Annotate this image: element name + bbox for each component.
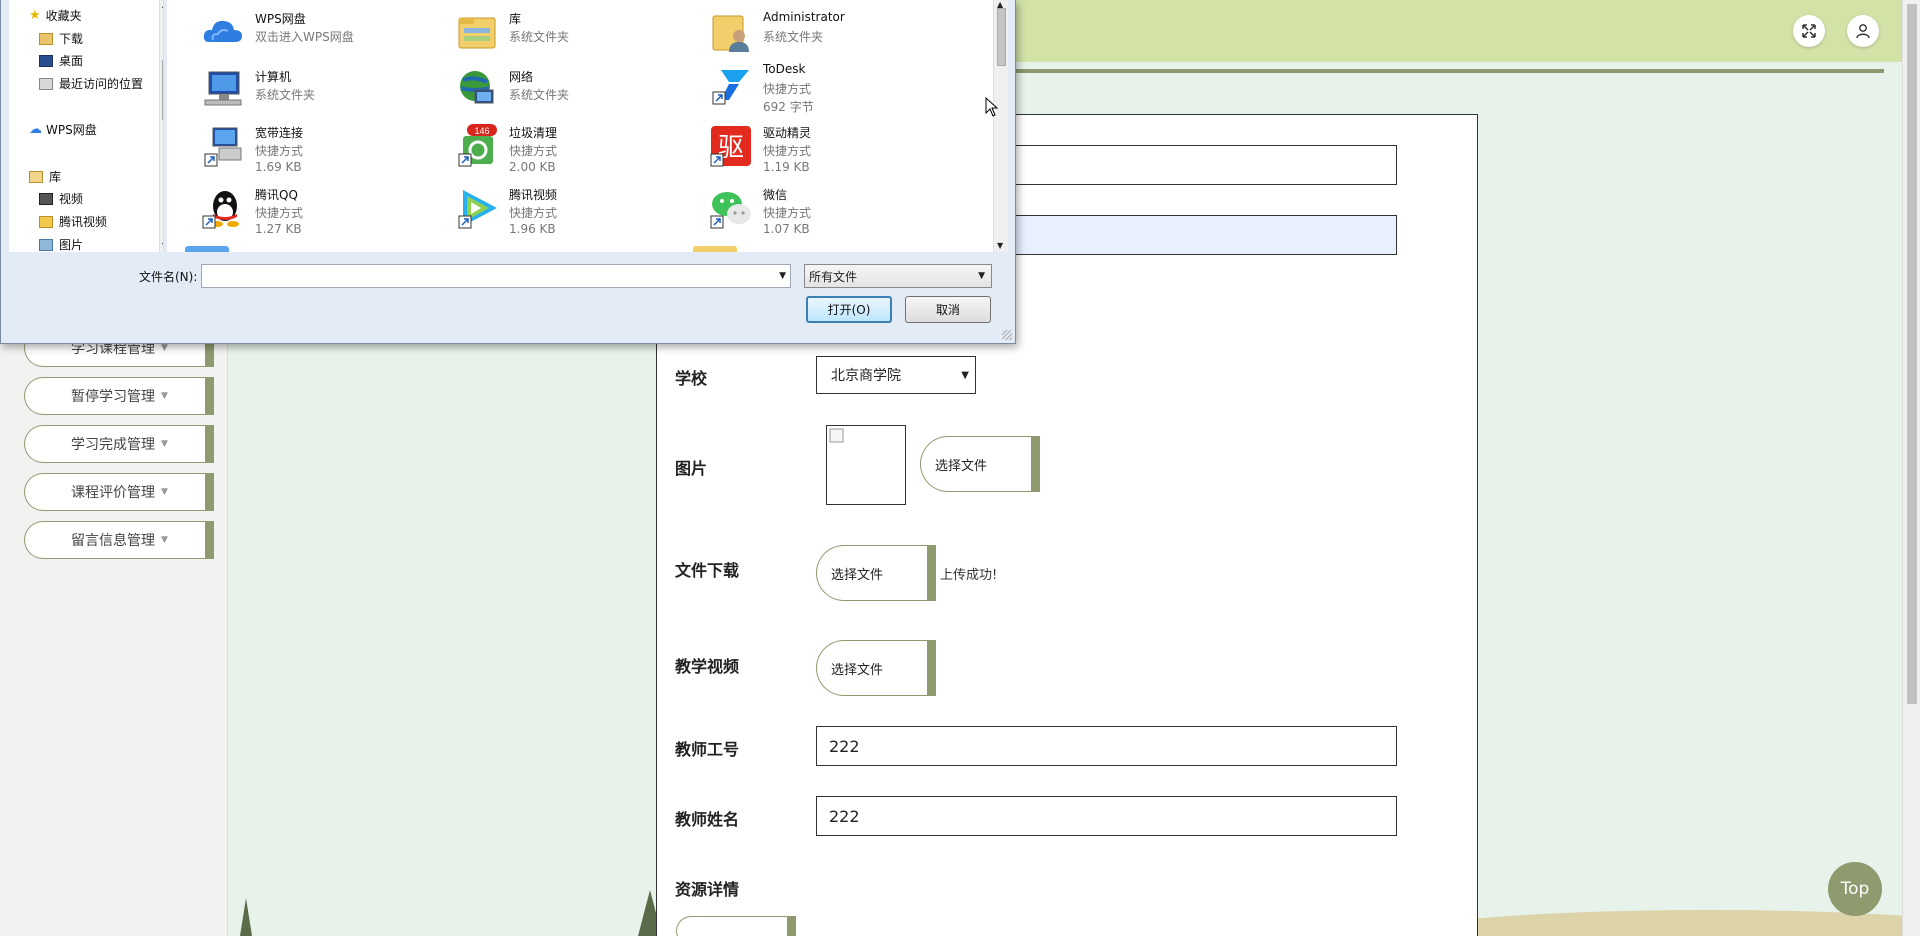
nav-wps-drive[interactable]: ☁ WPS网盘 bbox=[29, 121, 97, 138]
chevron-down-icon: ▼ bbox=[161, 487, 168, 497]
teacher-name-label: 教师姓名 bbox=[675, 810, 740, 829]
mouse-cursor-icon bbox=[985, 97, 999, 117]
file-item-network[interactable]: 网络 系统文件夹 bbox=[437, 60, 687, 116]
notification-badge: 146 bbox=[474, 126, 489, 136]
nav-scrollbar[interactable]: ▲ ▼ bbox=[159, 0, 163, 252]
recent-places-icon bbox=[39, 77, 53, 90]
nav-tencent-video[interactable]: 腾讯视频 bbox=[39, 213, 107, 230]
download-folder-icon bbox=[39, 32, 53, 45]
download-choose-file-button[interactable]: 选择文件 bbox=[816, 545, 936, 601]
chevron-down-icon: ▼ bbox=[161, 535, 168, 545]
broken-image-icon bbox=[829, 428, 844, 443]
nav-scrollbar-thumb[interactable] bbox=[162, 60, 163, 120]
nav-recent[interactable]: 最近访问的位置 bbox=[39, 75, 143, 92]
cancel-button[interactable]: 取消 bbox=[905, 296, 991, 323]
video-label: 教学视频 bbox=[675, 657, 740, 676]
image-preview bbox=[826, 425, 906, 505]
computer-icon bbox=[204, 71, 242, 106]
tencent-video-icon bbox=[458, 190, 497, 229]
desktop-icon bbox=[39, 54, 53, 67]
teacher-name-input[interactable]: 222 bbox=[816, 796, 1397, 836]
chevron-down-icon[interactable]: ▼ bbox=[779, 271, 786, 281]
resource-detail-label: 资源详情 bbox=[675, 880, 740, 899]
partial-file-icon bbox=[185, 246, 229, 252]
file-item-qq[interactable]: 腾讯QQ 快捷方式 1.27 KB bbox=[183, 180, 433, 236]
teacher-id-input[interactable]: 222 bbox=[816, 726, 1397, 766]
sidebar-item-message[interactable]: 留言信息管理 ▼ bbox=[24, 521, 214, 559]
teacher-id-label: 教师工号 bbox=[675, 740, 740, 759]
file-open-dialog: ★收藏夹 下载 桌面 最近访问的位置 ☁WPS网盘 库 视频 腾讯视频 图片 ▲… bbox=[0, 0, 1016, 344]
user-icon bbox=[1856, 24, 1870, 39]
nav-pictures[interactable]: 图片 bbox=[39, 236, 83, 252]
school-select[interactable]: 北京商学院 ▼ bbox=[816, 356, 976, 394]
nav-favorites[interactable]: ★ 收藏夹 bbox=[29, 7, 82, 24]
nav-library[interactable]: 库 bbox=[29, 168, 61, 185]
wechat-icon bbox=[710, 192, 751, 229]
qq-icon bbox=[202, 191, 239, 229]
library-folder-icon bbox=[458, 17, 496, 49]
file-list: WPS网盘 双击进入WPS网盘 库 系统文件夹 Administrator 系统… bbox=[167, 0, 993, 252]
file-item-administrator[interactable]: Administrator 系统文件夹 bbox=[691, 4, 941, 60]
cloud-icon: ☁ bbox=[29, 122, 42, 137]
navigation-pane: ★收藏夹 下载 桌面 最近访问的位置 ☁WPS网盘 库 视频 腾讯视频 图片 ▲… bbox=[9, 0, 164, 252]
image-choose-file-button[interactable]: 选择文件 bbox=[920, 436, 1040, 492]
nav-downloads[interactable]: 下载 bbox=[39, 30, 83, 47]
recycle-icon: 146 bbox=[458, 124, 497, 167]
partial-folder-icon bbox=[693, 246, 737, 252]
driver-icon: 驱 bbox=[710, 126, 751, 167]
file-item-todesk[interactable]: ToDesk 快捷方式 692 字节 bbox=[691, 56, 941, 114]
school-label: 学校 bbox=[675, 369, 708, 388]
nav-desktop[interactable]: 桌面 bbox=[39, 52, 83, 69]
scroll-down-icon[interactable]: ▼ bbox=[997, 241, 1003, 250]
file-item-computer[interactable]: 计算机 系统文件夹 bbox=[183, 60, 433, 116]
file-item-wps-drive[interactable]: WPS网盘 双击进入WPS网盘 bbox=[183, 4, 433, 60]
filename-label: 文件名(N): bbox=[139, 270, 198, 284]
file-item-broadband[interactable]: 宽带连接 快捷方式 1.69 KB bbox=[183, 118, 433, 174]
upload-status-text: 上传成功! bbox=[940, 568, 998, 583]
fullscreen-button[interactable] bbox=[1793, 15, 1825, 47]
video-choose-file-button[interactable]: 选择文件 bbox=[816, 640, 936, 696]
video-library-icon bbox=[39, 192, 53, 205]
user-folder-icon bbox=[712, 15, 749, 52]
sidebar-item-study-complete[interactable]: 学习完成管理 ▼ bbox=[24, 425, 214, 463]
file-item-wechat[interactable]: 微信 快捷方式 1.07 KB bbox=[691, 180, 941, 236]
resize-grip[interactable] bbox=[1002, 330, 1012, 340]
file-list-scrollbar-thumb[interactable] bbox=[997, 8, 1006, 66]
chevron-down-icon: ▼ bbox=[161, 343, 168, 353]
sidebar-item-pause-study[interactable]: 暂停学习管理 ▼ bbox=[24, 377, 214, 415]
folder-icon bbox=[39, 215, 53, 228]
user-profile-button[interactable] bbox=[1847, 15, 1879, 47]
network-icon bbox=[460, 71, 494, 104]
page-scrollbar[interactable] bbox=[1902, 0, 1920, 936]
file-item-library[interactable]: 库 系统文件夹 bbox=[437, 4, 687, 60]
detail-upload-button[interactable] bbox=[676, 916, 796, 936]
file-item-junk-cleaner[interactable]: 146 垃圾清理 快捷方式 2.00 KB bbox=[437, 118, 687, 174]
scroll-down-icon[interactable]: ▼ bbox=[162, 241, 163, 250]
chevron-down-icon: ▼ bbox=[161, 391, 168, 401]
page-scrollbar-thumb[interactable] bbox=[1907, 4, 1917, 704]
chevron-down-icon: ▼ bbox=[978, 271, 985, 281]
todesk-icon bbox=[712, 70, 749, 105]
file-download-label: 文件下载 bbox=[675, 561, 740, 580]
open-button[interactable]: 打开(O) bbox=[806, 296, 892, 323]
file-list-scrollbar[interactable]: ▲ ▼ bbox=[993, 0, 1008, 252]
star-icon: ★ bbox=[29, 8, 41, 23]
chevron-down-icon: ▼ bbox=[961, 369, 969, 381]
cloud-icon bbox=[203, 20, 242, 42]
expand-icon bbox=[1802, 24, 1816, 38]
nav-videos[interactable]: 视频 bbox=[39, 190, 83, 207]
back-to-top-button[interactable]: Top bbox=[1828, 862, 1882, 916]
library-icon bbox=[29, 170, 43, 183]
file-item-driver-genius[interactable]: 驱 驱动精灵 快捷方式 1.19 KB bbox=[691, 118, 941, 174]
sidebar-item-course-review[interactable]: 课程评价管理 ▼ bbox=[24, 473, 214, 511]
file-item-tencent-video[interactable]: 腾讯视频 快捷方式 1.96 KB bbox=[437, 180, 687, 236]
broadband-icon bbox=[204, 127, 242, 167]
picture-library-icon bbox=[39, 238, 53, 251]
filename-input[interactable]: ▼ bbox=[201, 264, 791, 288]
image-label: 图片 bbox=[675, 459, 708, 478]
file-type-select[interactable]: 所有文件 ▼ bbox=[804, 264, 992, 288]
scroll-up-icon[interactable]: ▲ bbox=[162, 0, 163, 9]
chevron-down-icon: ▼ bbox=[161, 439, 168, 449]
